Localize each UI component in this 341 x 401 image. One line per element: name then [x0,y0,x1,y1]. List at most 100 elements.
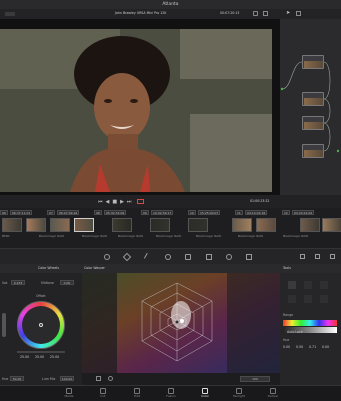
node-view-icon[interactable] [296,11,301,16]
info-icon[interactable] [315,254,320,259]
clip-thumbnail[interactable] [2,218,22,232]
rgb-value-g: 25.00 [35,355,45,359]
viewer-timecode-top: 00:07:20:13 [220,11,240,15]
tool-button[interactable] [320,295,328,303]
metadata-icon[interactable] [330,254,335,259]
clip-thumbnail[interactable] [150,218,170,232]
color-wheels-panel: Sat. 0.433 Midtone 0.00 Offset 25.00 25.… [0,273,82,385]
color-match-icon[interactable] [122,252,132,262]
clip-thumbnail[interactable] [26,218,46,232]
pointer-icon[interactable]: ➤ [286,11,291,16]
clip-thumbnail-selected[interactable] [74,218,94,232]
panel-header: Color Wheels Color Warper Tools [0,264,341,273]
page-label: Fairlight [232,394,245,398]
hue-range-bar[interactable] [283,320,337,326]
clip-number: 06 [0,210,8,215]
offset-master-slider[interactable] [17,351,65,353]
node-connections [280,61,340,153]
clip-thumbnail[interactable] [232,218,252,232]
rgb-value-b: 25.00 [50,355,60,359]
clip-thumbnail[interactable] [50,218,70,232]
key-icon[interactable] [246,254,252,260]
clip-number: 12 [282,210,290,215]
page-fairlight[interactable]: Fairlight [222,386,256,401]
offset-color-wheel[interactable] [17,301,65,349]
range-value-4: 0.00 [322,345,330,349]
node-editor[interactable] [280,19,341,195]
clip-label: Blackmagic RAW [196,234,222,238]
loop-icon[interactable] [137,199,144,204]
color-warper[interactable] [82,273,280,373]
clip-timecode: 06:37:11:01 [10,210,33,215]
clip-number: 07 [47,210,55,215]
page-label: Edit [134,394,140,398]
page-navigation: Media Cut Edit Fusion Color Fairlight De… [0,385,341,400]
tool-button[interactable] [288,281,296,289]
clip-thumbnail[interactable] [256,218,276,232]
clip-number: 08 [94,210,102,215]
viewer-timecode: 01:00:23:22 [250,199,270,203]
clip-timecode: 10:02:39:17 [151,210,174,215]
clip-number: 10 [188,210,196,215]
tracker-icon[interactable] [206,254,212,260]
tools-title: Tools [283,266,291,270]
lum-mix-label: Lum Mix [42,377,56,381]
select-icon[interactable] [108,376,113,381]
midtone-field[interactable]: 0.00 [60,280,74,285]
page-media[interactable]: Media [52,386,86,401]
tool-button[interactable] [320,281,328,289]
wheel-puck[interactable] [39,323,43,327]
clip-thumbnail[interactable] [322,218,341,232]
range-value-3: 0.71 [309,345,317,349]
hue-label: Hue [2,377,9,381]
color-warper-title: Color Warper [84,266,105,270]
clip-timeline[interactable]: 06 06:37:11:01 07 06:07:09:16 08 05:32:3… [0,208,341,248]
pin-icon[interactable] [96,376,101,381]
camera-raw-icon[interactable] [104,254,110,260]
range-value-2: 0.50 [296,345,304,349]
page-cut[interactable]: Cut [86,386,120,401]
qualifier-icon[interactable] [165,254,171,260]
transport-controls[interactable]: ⏮◀■▶⏭ [98,199,134,205]
blur-icon[interactable] [226,254,232,260]
clip-label: Blackmagic RAW [82,234,108,238]
clip-name: John Brawley URSA Mini Pro 12K [115,11,167,15]
midtone-label: Midtone [41,281,54,285]
grid-icon[interactable] [263,11,268,16]
clip-timecode: 04:14:02:16 [245,210,268,215]
title-bar: Atlanta [0,0,341,9]
color-wheels-title: Color Wheels [38,266,59,270]
page-edit[interactable]: Edit [120,386,154,401]
page-fusion[interactable]: Fusion [154,386,188,401]
page-color[interactable]: Color [188,386,222,401]
range-label: Range [283,313,294,317]
viewer[interactable] [0,19,280,195]
clip-label: BMW [2,234,10,238]
page-label: Fusion [166,394,176,398]
clip-timecode: 04:24:22:02 [292,210,315,215]
clip-thumbnail[interactable] [300,218,320,232]
clip-thumbnail[interactable] [112,218,132,232]
partial-wheel-left[interactable] [2,313,6,337]
lum-mix-field[interactable]: 100.00 [60,376,74,381]
warper-zoom-dropdown[interactable]: 100 [240,376,270,382]
tool-button[interactable] [304,295,312,303]
clip-label: Blackmagic RAW [156,234,182,238]
portrait-illustration [0,29,272,192]
viewer-zoom-dropdown[interactable] [5,12,15,16]
sat-field[interactable]: 0.433 [11,280,25,285]
viewer-header: John Brawley URSA Mini Pro 12K 00:07:20:… [0,9,341,19]
window-icon[interactable] [185,254,191,260]
app-title: Atlanta [162,2,179,7]
rgb-value-r: 25.00 [20,355,30,359]
tool-button[interactable] [304,281,312,289]
page-label: Media [64,394,74,398]
eyedropper-icon[interactable] [143,252,153,262]
chat-icon[interactable] [253,11,258,16]
hue-field[interactable]: 50.00 [10,376,24,381]
scopes-icon[interactable] [300,254,305,259]
clip-label: Blackmagic RAW [118,234,144,238]
tool-button[interactable] [288,295,296,303]
clip-thumbnail[interactable] [188,218,208,232]
page-deliver[interactable]: Deliver [256,386,290,401]
